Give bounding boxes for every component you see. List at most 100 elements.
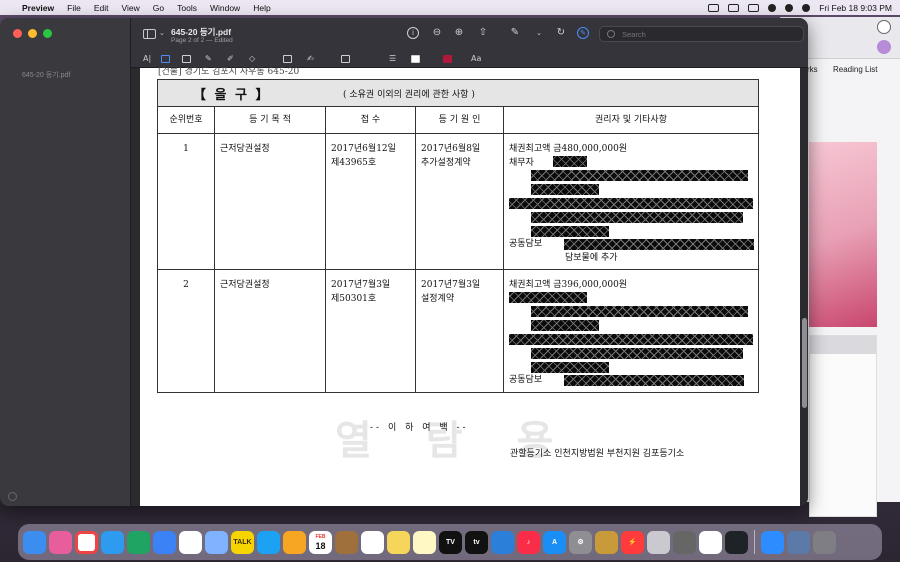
redaction-block [564, 375, 744, 386]
line-style-icon[interactable]: ☰ [389, 53, 396, 65]
zoom-in-icon[interactable]: ⊕ [453, 27, 465, 39]
bookmark-tab-text[interactable]: rks [807, 65, 818, 74]
disk-utility-icon[interactable] [647, 530, 670, 554]
browser-chevron-icon[interactable] [877, 20, 891, 34]
menubar-clock[interactable]: Fri Feb 18 9:03 PM [819, 3, 892, 13]
receipt-number: 제43965호 [331, 158, 377, 168]
text-style-icon[interactable]: Aa [471, 53, 481, 65]
photos-app-icon[interactable] [283, 530, 306, 554]
evernote-icon[interactable] [699, 530, 722, 554]
instant-alpha-icon[interactable] [182, 55, 191, 63]
chevron-down-icon[interactable]: ⌄ [159, 29, 165, 37]
cause-date: 2017년7월3일 [421, 280, 481, 290]
calendar-icon[interactable]: FEB 18 [309, 530, 332, 554]
battery-icon[interactable] [748, 3, 760, 12]
league-icon[interactable] [595, 530, 618, 554]
purpose-cell: 근저당권설정 [215, 134, 326, 269]
screen-icon[interactable] [708, 3, 720, 12]
zoom-button[interactable] [43, 29, 52, 38]
redaction-block [531, 184, 599, 195]
sidebar-settings-icon[interactable] [8, 492, 17, 501]
sidebar-file-name[interactable]: 645-20 등기.pdf [22, 70, 70, 80]
receipt-number: 제50301호 [331, 294, 377, 304]
game-launcher-icon[interactable] [725, 530, 748, 554]
app-store-icon[interactable]: A [543, 530, 566, 554]
redaction-block [531, 306, 748, 317]
vscode-icon[interactable] [491, 530, 514, 554]
rect-selection-icon[interactable] [161, 55, 170, 63]
reading-list-button[interactable]: Reading List [833, 65, 877, 74]
menu-go[interactable]: Go [153, 3, 164, 13]
menu-tools[interactable]: Tools [177, 3, 197, 13]
menu-help[interactable]: Help [253, 3, 270, 13]
screen-capture-icon[interactable] [787, 530, 810, 554]
receipt-date: 2017년6월12일 [331, 144, 396, 154]
vpn-icon[interactable] [673, 530, 696, 554]
signature-icon[interactable]: ✍ [307, 53, 314, 65]
system-preferences-icon[interactable]: ⚙ [569, 530, 592, 554]
finder-icon[interactable] [23, 530, 46, 554]
redaction-block [553, 156, 587, 167]
note-icon[interactable] [341, 55, 350, 63]
search-spotlight-icon[interactable] [785, 3, 794, 12]
tradingview-icon[interactable]: TV [439, 530, 462, 554]
text-box-icon[interactable] [283, 55, 292, 63]
play-store-icon[interactable] [205, 530, 228, 554]
rotate-icon[interactable]: ↻ [555, 27, 567, 39]
twitter-icon[interactable] [257, 530, 280, 554]
vertical-scrollbar[interactable] [802, 318, 807, 408]
trash-icon[interactable] [813, 530, 836, 554]
sidebar-toggle-icon[interactable] [143, 29, 156, 39]
border-color-icon[interactable] [411, 55, 420, 63]
close-button[interactable] [13, 29, 22, 38]
share-icon[interactable]: ⇧ [477, 27, 489, 39]
cause-text: 설정계약 [421, 294, 455, 304]
contacts-icon[interactable] [335, 530, 358, 554]
document-area[interactable]: [건물] 경기도 김포시 사우동 645-20 【 을 구 】 ( 소유권 이외… [131, 67, 808, 506]
launchpad-icon[interactable] [49, 530, 72, 554]
safari-icon[interactable] [101, 530, 124, 554]
kakaotalk-icon[interactable]: TALK [231, 530, 254, 554]
photos-icon[interactable] [179, 530, 202, 554]
notes-icon[interactable] [387, 530, 410, 554]
highlight-chevron-icon[interactable]: ⌄ [533, 27, 545, 39]
fill-color-icon[interactable] [443, 55, 452, 63]
menu-window[interactable]: Window [210, 3, 240, 13]
apple-tv-icon[interactable]: tv [465, 530, 488, 554]
reminders-icon[interactable] [361, 530, 384, 554]
chrome-icon[interactable] [75, 530, 98, 554]
rank-number: 2 [158, 270, 215, 392]
minimize-button[interactable] [28, 29, 37, 38]
wifi-icon[interactable] [768, 3, 777, 12]
menu-view[interactable]: View [122, 3, 140, 13]
search-placeholder: Search [622, 30, 646, 39]
menu-edit[interactable]: Edit [94, 3, 109, 13]
flash-icon[interactable]: ⚡ [621, 530, 644, 554]
menu-app-name[interactable]: Preview [22, 3, 54, 13]
stickies-icon[interactable] [413, 530, 436, 554]
text-selection-icon[interactable]: A| [143, 53, 151, 65]
col-header-receipt: 접 수 [326, 107, 416, 133]
search-input[interactable]: Search [599, 26, 804, 42]
preview-window: 645-20 등기.pdf ⌄ 645-20 등기.pdf Page 2 of … [0, 18, 808, 506]
table-row: 1 근저당권설정 2017년6월12일 제43965호 2017년6월8일 추가… [158, 134, 758, 270]
cause-text: 추가설정계약 [421, 158, 471, 168]
highlight-icon[interactable]: ✎ [509, 27, 521, 39]
play-icon[interactable] [728, 3, 740, 12]
zoom-icon[interactable] [761, 530, 784, 554]
mail-icon[interactable] [153, 530, 176, 554]
col-header-rank: 순위번호 [158, 107, 215, 133]
info-icon[interactable]: i [407, 27, 419, 39]
music-icon[interactable]: ♪ [517, 530, 540, 554]
zoom-out-icon[interactable]: ⊖ [431, 27, 443, 39]
menu-file[interactable]: File [67, 3, 81, 13]
menu-bar: Preview File Edit View Go Tools Window H… [0, 0, 900, 15]
control-center-icon[interactable] [802, 3, 811, 12]
registry-table: 【 을 구 】 ( 소유권 이외의 권리에 관한 사항 ) 순위번호 등 기 목… [157, 79, 759, 393]
column-headers: 순위번호 등 기 목 적 접 수 등 기 원 인 권리자 및 기타사항 [158, 107, 758, 134]
profile-avatar-icon[interactable] [877, 40, 891, 54]
google-drive-icon[interactable] [127, 530, 150, 554]
markup-icon[interactable]: ✎ [577, 27, 589, 39]
search-icon [607, 30, 615, 38]
pdf-page: [건물] 경기도 김포시 사우동 645-20 【 을 구 】 ( 소유권 이외… [140, 67, 800, 506]
